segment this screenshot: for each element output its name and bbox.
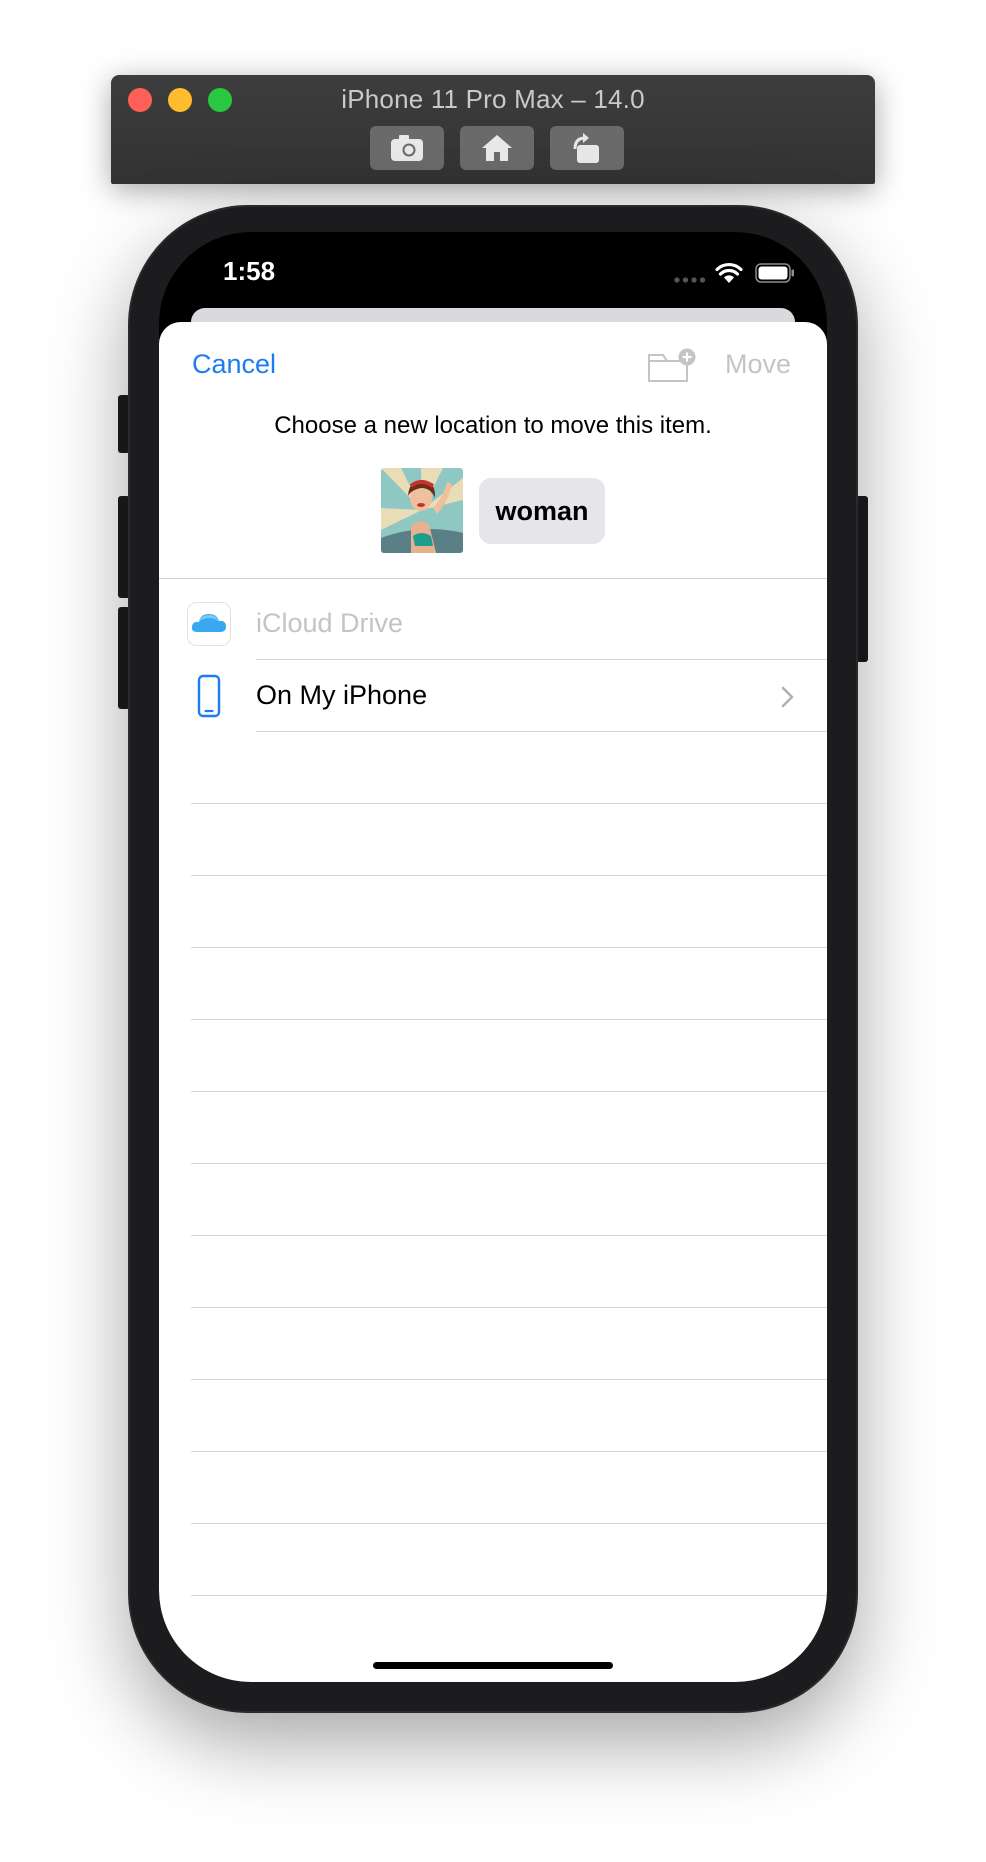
- rotate-button[interactable]: [550, 126, 624, 170]
- empty-row-divider: [191, 1451, 827, 1452]
- empty-row-divider: [191, 1379, 827, 1380]
- empty-row-divider: [191, 1235, 827, 1236]
- new-folder-icon[interactable]: [647, 347, 697, 385]
- location-row-on-my-iphone[interactable]: On My iPhone: [159, 660, 827, 732]
- empty-row-divider: [191, 1595, 827, 1596]
- status-time: 1:58: [223, 256, 276, 286]
- wifi-icon: [715, 262, 743, 283]
- empty-row-divider: [191, 875, 827, 876]
- rotate-icon: [573, 133, 599, 163]
- screenshot-button[interactable]: [370, 126, 444, 170]
- instruction-text: Choose a new location to move this item.: [274, 412, 712, 439]
- empty-row-divider: [191, 803, 827, 804]
- location-label: On My iPhone: [256, 680, 428, 710]
- simulator-title: iPhone 11 Pro Max – 14.0: [341, 84, 645, 114]
- empty-row-divider: [191, 947, 827, 948]
- signal-dots-icon: [674, 277, 706, 283]
- simulator-title-bar: iPhone 11 Pro Max – 14.0: [111, 75, 875, 184]
- file-thumbnail: [381, 468, 463, 553]
- empty-row-divider: [191, 1163, 827, 1164]
- move-button[interactable]: Move: [725, 349, 791, 380]
- home-indicator[interactable]: [373, 1662, 613, 1669]
- phone-screen: 1:58 Cancel Move Choose a new location t…: [159, 232, 827, 1682]
- header-divider: [159, 578, 827, 579]
- location-label: iCloud Drive: [256, 608, 404, 638]
- empty-row-divider: [191, 1019, 827, 1020]
- cancel-button[interactable]: Cancel: [192, 349, 276, 380]
- chevron-right-icon: [781, 686, 794, 708]
- move-sheet: Cancel Move Choose a new location to mov…: [159, 322, 827, 1682]
- row-divider: [256, 731, 827, 732]
- battery-icon: [755, 263, 794, 283]
- location-row-icloud-drive[interactable]: iCloud Drive: [159, 588, 827, 660]
- screenshot-icon: [391, 135, 423, 161]
- home-button[interactable]: [460, 126, 534, 170]
- empty-row-divider: [191, 1307, 827, 1308]
- home-icon: [482, 135, 512, 161]
- file-name-badge: woman: [479, 478, 605, 544]
- empty-row-divider: [191, 1523, 827, 1524]
- iphone-icon: [187, 674, 231, 718]
- icloud-icon: [187, 602, 231, 646]
- notch: [324, 232, 660, 284]
- empty-row-divider: [191, 1091, 827, 1092]
